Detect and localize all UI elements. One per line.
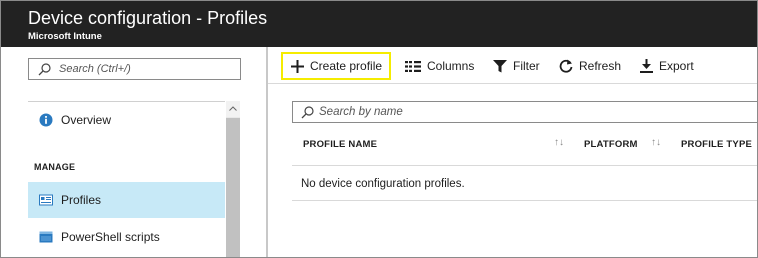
divider — [292, 200, 757, 201]
column-header-profile-type[interactable]: PROFILE TYPE — [681, 139, 752, 150]
create-profile-label: Create profile — [310, 59, 383, 73]
app-window: Device configuration - Profiles Microsof… — [0, 0, 758, 258]
blade-header: Device configuration - Profiles Microsof… — [1, 1, 757, 47]
export-button[interactable]: Export — [640, 53, 694, 79]
search-icon — [38, 63, 51, 76]
empty-state-message: No device configuration profiles. — [301, 178, 465, 190]
nav-scrollbar[interactable] — [226, 101, 240, 257]
nav-search-box[interactable] — [28, 58, 241, 80]
download-icon — [640, 59, 653, 73]
plus-icon — [291, 59, 304, 73]
page-subtitle: Microsoft Intune — [28, 31, 102, 42]
section-heading-manage: MANAGE — [34, 162, 76, 172]
search-icon — [301, 106, 314, 119]
filter-icon — [493, 59, 507, 72]
page-title: Device configuration - Profiles — [28, 8, 268, 28]
profile-search-box[interactable] — [292, 101, 757, 123]
create-profile-button[interactable]: Create profile — [281, 52, 392, 80]
scroll-thumb[interactable] — [226, 118, 240, 257]
scroll-up-button[interactable] — [226, 101, 240, 117]
nav-search-input[interactable] — [59, 60, 234, 78]
refresh-icon — [559, 59, 573, 73]
column-header-platform[interactable]: PLATFORM — [584, 139, 638, 150]
sidebar-item-profiles[interactable]: Profiles — [28, 182, 225, 218]
refresh-button[interactable]: Refresh — [559, 53, 621, 79]
sidebar-item-label: Profiles — [61, 193, 102, 207]
refresh-label: Refresh — [579, 59, 622, 73]
filter-button[interactable]: Filter — [493, 53, 540, 79]
sidebar-item-label: Overview — [61, 113, 112, 127]
sidebar-item-powershell-scripts[interactable]: PowerShell scripts — [28, 219, 225, 255]
export-label: Export — [659, 59, 694, 73]
columns-icon — [405, 60, 421, 72]
left-nav-panel: Overview MANAGE Profiles — [1, 47, 266, 257]
profiles-content-panel: Create profile Columns Filter Refresh Ex… — [268, 47, 757, 257]
sort-icon[interactable]: ↑↓ — [651, 137, 661, 148]
toolbar-divider — [268, 83, 757, 84]
profile-search-input[interactable] — [319, 103, 739, 121]
sidebar-item-overview[interactable]: Overview — [28, 102, 225, 138]
chevron-up-icon — [229, 106, 237, 111]
profiles-icon — [39, 193, 53, 207]
powershell-icon — [39, 230, 53, 244]
sort-icon[interactable]: ↑↓ — [554, 137, 564, 148]
divider — [292, 165, 757, 166]
info-icon — [39, 113, 53, 127]
columns-button[interactable]: Columns — [405, 53, 474, 79]
columns-label: Columns — [427, 59, 475, 73]
filter-label: Filter — [513, 59, 540, 73]
sidebar-item-label: PowerShell scripts — [61, 230, 160, 244]
column-header-profile-name[interactable]: PROFILE NAME — [303, 139, 377, 150]
